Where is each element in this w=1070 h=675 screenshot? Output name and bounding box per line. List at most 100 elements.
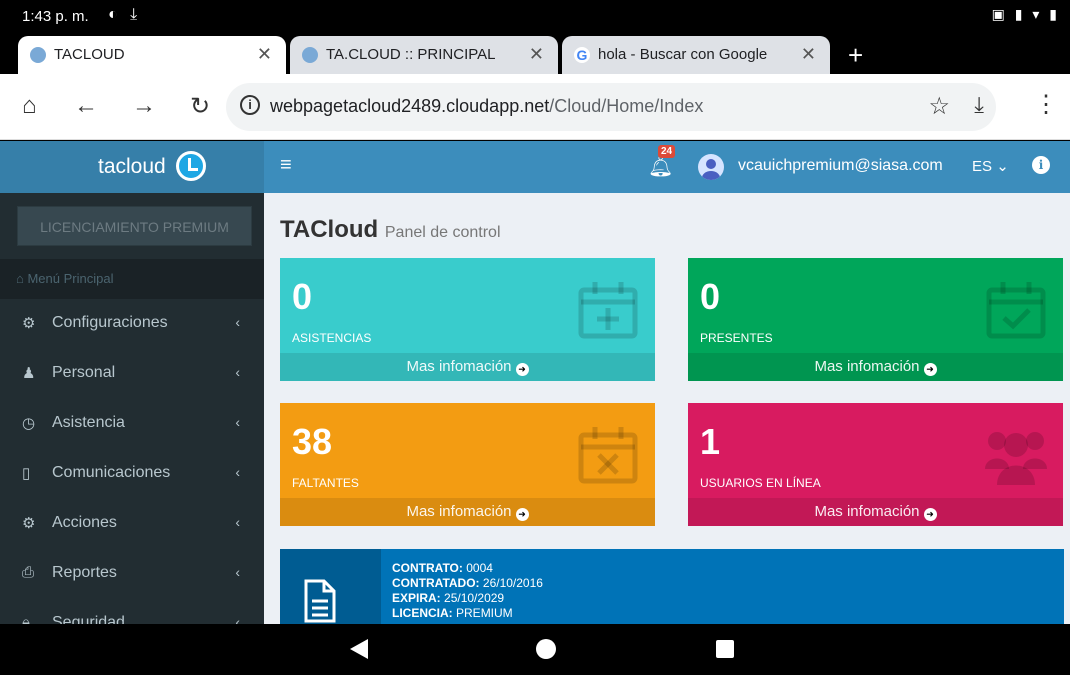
- status-time: 1:43 p. m.: [22, 8, 89, 25]
- back-icon[interactable]: ←: [74, 92, 98, 120]
- browser-toolbar: ⌂ ← → ↻ i webpagetacloud2489.cloudapp.ne…: [0, 74, 1070, 140]
- clock-icon: ◷: [22, 415, 36, 432]
- info-icon[interactable]: i: [240, 95, 260, 115]
- sidebar-item-label: Personal: [52, 364, 116, 381]
- home-circle-icon[interactable]: [534, 637, 558, 661]
- reload-icon[interactable]: ↻: [190, 92, 210, 121]
- download-icon[interactable]: ⤓: [974, 92, 984, 118]
- notification-badge: 24: [658, 145, 676, 158]
- hamburger-menu-icon[interactable]: ≡: [280, 154, 292, 177]
- stat-box-asistencias: 0 ASISTENCIAS Mas infomación ➜: [280, 258, 655, 381]
- avatar[interactable]: [698, 154, 724, 180]
- stat-label: ASISTENCIAS: [292, 331, 372, 345]
- home-icon: ⌂: [16, 271, 28, 286]
- page-title: TACloud Panel de control: [280, 216, 501, 244]
- close-icon[interactable]: ✕: [801, 44, 816, 65]
- user-email[interactable]: vcauichpremium@siasa.com: [738, 157, 943, 175]
- sidebar-item-label: Asistencia: [52, 414, 125, 431]
- close-icon[interactable]: ✕: [529, 44, 544, 65]
- more-info-link[interactable]: Mas infomación ➜: [688, 498, 1063, 526]
- notification-icons: ◐ ⤓: [108, 6, 142, 23]
- close-icon[interactable]: ✕: [257, 44, 272, 65]
- top-navbar: ≡ 🔔︎ 24 vcauichpremium@siasa.com ES ⌄ i: [264, 141, 1070, 193]
- contracted-label: CONTRATADO:: [392, 576, 480, 590]
- status-bar: 1:43 p. m. ◐ ⤓ ▣ ▮ ▾ ▮: [0, 0, 1070, 34]
- more-info-label: Mas infomación: [814, 503, 920, 520]
- info-icon[interactable]: i: [1032, 156, 1050, 174]
- recents-square-icon[interactable]: [714, 637, 736, 661]
- google-favicon-icon: G: [574, 47, 590, 63]
- contract-info-box: CONTRATO: 0004 CONTRATADO: 26/10/2016 EX…: [280, 549, 1064, 624]
- menu-header: ⌂ Menú Principal: [0, 259, 264, 299]
- sidebar-item-configuraciones[interactable]: ⚙ Configuraciones ‹: [0, 299, 264, 349]
- sidebar-item-seguridad[interactable]: 🔒︎ Seguridad ‹: [0, 599, 264, 624]
- page-subtitle: Panel de control: [384, 224, 501, 241]
- lock-icon: 🔒︎: [22, 614, 30, 624]
- cogs-icon: ⚙: [22, 515, 36, 532]
- sidebar-item-reportes[interactable]: ⎙ Reportes ‹: [0, 549, 264, 599]
- sidebar-item-personal[interactable]: ♟ Personal ‹: [0, 349, 264, 399]
- sidebar-item-asistencia[interactable]: ◷ Asistencia ‹: [0, 399, 264, 449]
- stat-label: USUARIOS EN LÍNEA: [700, 476, 821, 490]
- stat-value: 0: [292, 276, 313, 317]
- tab-title: hola - Buscar con Google: [598, 46, 768, 63]
- forward-icon[interactable]: →: [132, 92, 156, 120]
- mobile-icon: ▯: [22, 465, 31, 482]
- chevron-down-icon: ⌄: [996, 158, 1009, 175]
- contract-details: CONTRATO: 0004 CONTRATADO: 26/10/2016 EX…: [392, 561, 543, 621]
- license-button[interactable]: LICENCIAMIENTO PREMIUM: [17, 206, 252, 246]
- tab-tacloud[interactable]: TACLOUD ✕: [18, 36, 286, 74]
- sidebar-item-comunicaciones[interactable]: ▯ Comunicaciones ‹: [0, 449, 264, 499]
- more-info-link[interactable]: Mas infomación ➜: [688, 353, 1063, 381]
- expires-value: 25/10/2029: [444, 591, 505, 605]
- address-bar[interactable]: i webpagetacloud2489.cloudapp.net/Cloud/…: [226, 83, 996, 131]
- calendar-plus-icon: [578, 282, 638, 339]
- expires-label: EXPIRA:: [392, 591, 441, 605]
- arrow-circle-right-icon: ➜: [515, 508, 529, 521]
- chevron-left-icon: ‹: [235, 364, 240, 380]
- bookmark-star-icon[interactable]: ☆: [928, 92, 950, 121]
- stat-label: FALTANTES: [292, 476, 359, 490]
- arrow-circle-right-icon: ➜: [923, 363, 937, 376]
- language-dropdown[interactable]: ES ⌄: [972, 157, 1009, 175]
- tab-title: TA.CLOUD :: PRINCIPAL: [326, 46, 496, 63]
- contract-line: CONTRATO: 0004: [392, 561, 543, 576]
- url-path: /Cloud/Home/Index: [549, 96, 704, 116]
- tab-principal[interactable]: TA.CLOUD :: PRINCIPAL ✕: [290, 36, 558, 74]
- stat-box-faltantes: 38 FALTANTES Mas infomación ➜: [280, 403, 655, 526]
- new-tab-icon[interactable]: +: [848, 40, 863, 71]
- sidebar-item-acciones[interactable]: ⚙ Acciones ‹: [0, 499, 264, 549]
- logo-text: tacloud: [98, 155, 166, 178]
- tab-title: TACLOUD: [54, 46, 125, 63]
- stat-value: 0: [700, 276, 721, 317]
- stat-box-usuarios-en-linea: 1 USUARIOS EN LÍNEA Mas infomación ➜: [688, 403, 1063, 526]
- arrow-circle-right-icon: ➜: [923, 508, 937, 521]
- sidebar-item-label: Comunicaciones: [52, 464, 171, 481]
- users-icon: [985, 432, 1047, 485]
- menu-dots-icon[interactable]: ⋮: [1034, 90, 1058, 119]
- expires-line: EXPIRA: 25/10/2029: [392, 591, 543, 606]
- web-app: tacloud LICENCIAMIENTO PREMIUM ⌂ Menú Pr…: [0, 141, 1070, 624]
- clock-logo-icon: [176, 151, 206, 181]
- more-info-link[interactable]: Mas infomación ➜: [280, 353, 655, 381]
- logo[interactable]: tacloud: [0, 141, 264, 193]
- calendar-times-icon: [578, 427, 638, 484]
- chevron-left-icon: ‹: [235, 314, 240, 330]
- tab-google[interactable]: G hola - Buscar con Google ✕: [562, 36, 830, 74]
- chevron-left-icon: ‹: [235, 564, 240, 580]
- home-icon[interactable]: ⌂: [22, 92, 37, 120]
- sidebar: tacloud LICENCIAMIENTO PREMIUM ⌂ Menú Pr…: [0, 141, 264, 624]
- stat-value: 1: [700, 421, 721, 462]
- user-icon: ♟: [22, 365, 36, 382]
- contracted-value: 26/10/2016: [482, 576, 543, 590]
- back-triangle-icon[interactable]: [348, 637, 370, 661]
- more-info-link[interactable]: Mas infomación ➜: [280, 498, 655, 526]
- android-nav-bar: [0, 624, 1070, 675]
- contract-icon-area: [280, 549, 381, 624]
- cogs-icon: ⚙: [22, 315, 36, 332]
- url-text[interactable]: webpagetacloud2489.cloudapp.net/Cloud/Ho…: [270, 96, 703, 117]
- more-info-label: Mas infomación: [406, 358, 512, 375]
- sidebar-item-label: Acciones: [52, 514, 117, 531]
- arrow-circle-right-icon: ➜: [515, 363, 529, 376]
- page-title-text: TACloud: [280, 216, 379, 243]
